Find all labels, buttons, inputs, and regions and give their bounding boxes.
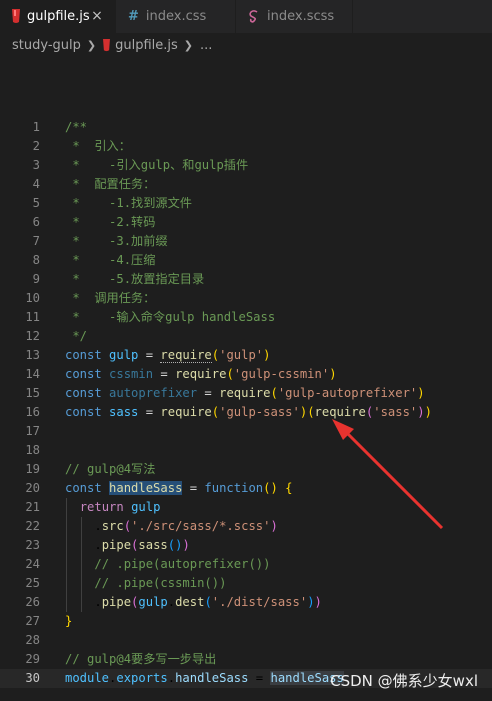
csdn-watermark: CSDN @佛系少女wxl [330,672,478,690]
annotation-arrow-icon [332,419,444,530]
